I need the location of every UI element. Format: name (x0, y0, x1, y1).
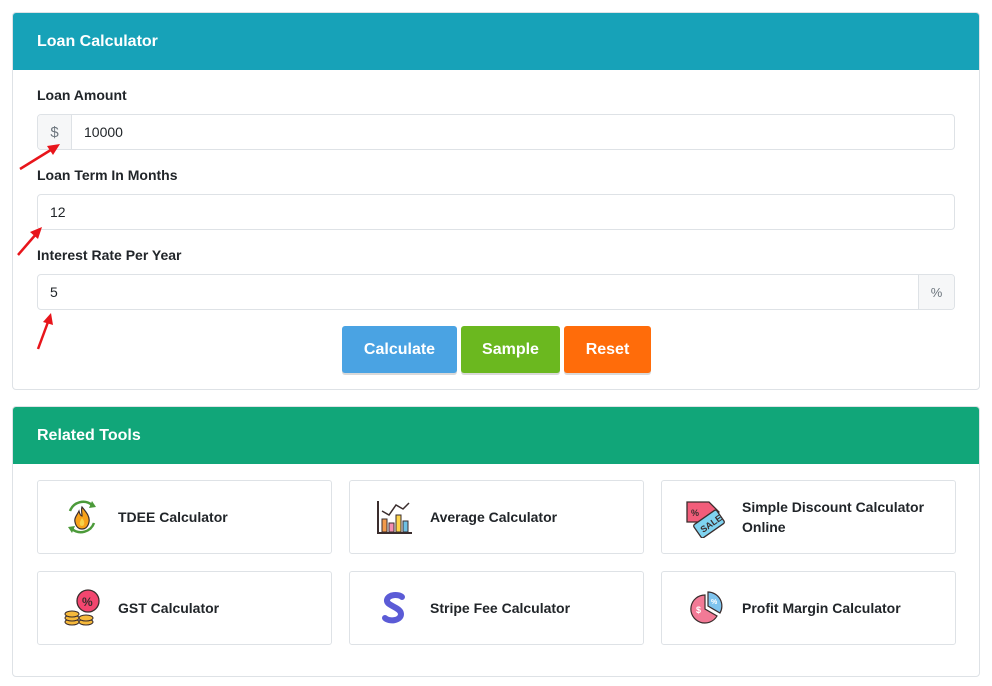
related-tools-title: Related Tools (13, 407, 979, 464)
related-tools-card: Related Tools TDEE Calculator Average Ca… (12, 406, 980, 677)
fire-cycle-icon (60, 495, 104, 539)
loan-calculator-card: Loan Calculator Loan Amount $ Loan Term … (12, 12, 980, 390)
svg-text:$: $ (696, 605, 701, 615)
loan-calculator-title: Loan Calculator (13, 13, 979, 70)
interest-rate-label: Interest Rate Per Year (37, 247, 182, 263)
sale-tag-icon: % SALE (684, 495, 728, 539)
interest-rate-group: % (37, 274, 955, 310)
tool-label: Profit Margin Calculator (742, 600, 901, 616)
percent-suffix: % (918, 275, 954, 309)
tool-profit-margin-calculator[interactable]: $ % Profit Margin Calculator (661, 571, 956, 645)
percent-coins-icon: % (60, 586, 104, 630)
loan-amount-label: Loan Amount (37, 87, 127, 103)
stripe-s-icon (372, 586, 416, 630)
loan-term-group (37, 194, 955, 230)
tool-gst-calculator[interactable]: % GST Calculator (37, 571, 332, 645)
tool-average-calculator[interactable]: Average Calculator (349, 480, 644, 554)
tool-label: Average Calculator (430, 509, 558, 525)
bar-chart-icon (372, 495, 416, 539)
loan-amount-input[interactable] (72, 115, 954, 149)
pie-chart-icon: $ % (684, 586, 728, 630)
action-buttons: Calculate Sample Reset (342, 326, 651, 373)
interest-rate-input[interactable] (38, 275, 918, 309)
annotation-arrow-icon (36, 313, 53, 350)
loan-amount-group: $ (37, 114, 955, 150)
annotation-arrow-icon (17, 227, 42, 256)
loan-term-input[interactable] (38, 195, 954, 229)
svg-text:%: % (691, 508, 699, 518)
tool-label: Stripe Fee Calculator (430, 600, 571, 616)
svg-text:%: % (711, 599, 718, 606)
tool-label: GST Calculator (118, 600, 220, 616)
tool-simple-discount-calculator[interactable]: % SALE Simple Discount Calculator Online (661, 480, 956, 554)
svg-text:%: % (82, 595, 93, 609)
tool-label: Simple Discount Calculator Online (742, 499, 925, 535)
sample-button[interactable]: Sample (461, 326, 560, 373)
tool-stripe-fee-calculator[interactable]: Stripe Fee Calculator (349, 571, 644, 645)
calculate-button[interactable]: Calculate (342, 326, 457, 373)
reset-button[interactable]: Reset (564, 326, 651, 373)
related-tools-grid: TDEE Calculator Average Calculator % SAL… (37, 480, 956, 645)
tool-label: TDEE Calculator (118, 509, 228, 525)
annotation-arrow-icon (19, 144, 60, 171)
tool-tdee-calculator[interactable]: TDEE Calculator (37, 480, 332, 554)
